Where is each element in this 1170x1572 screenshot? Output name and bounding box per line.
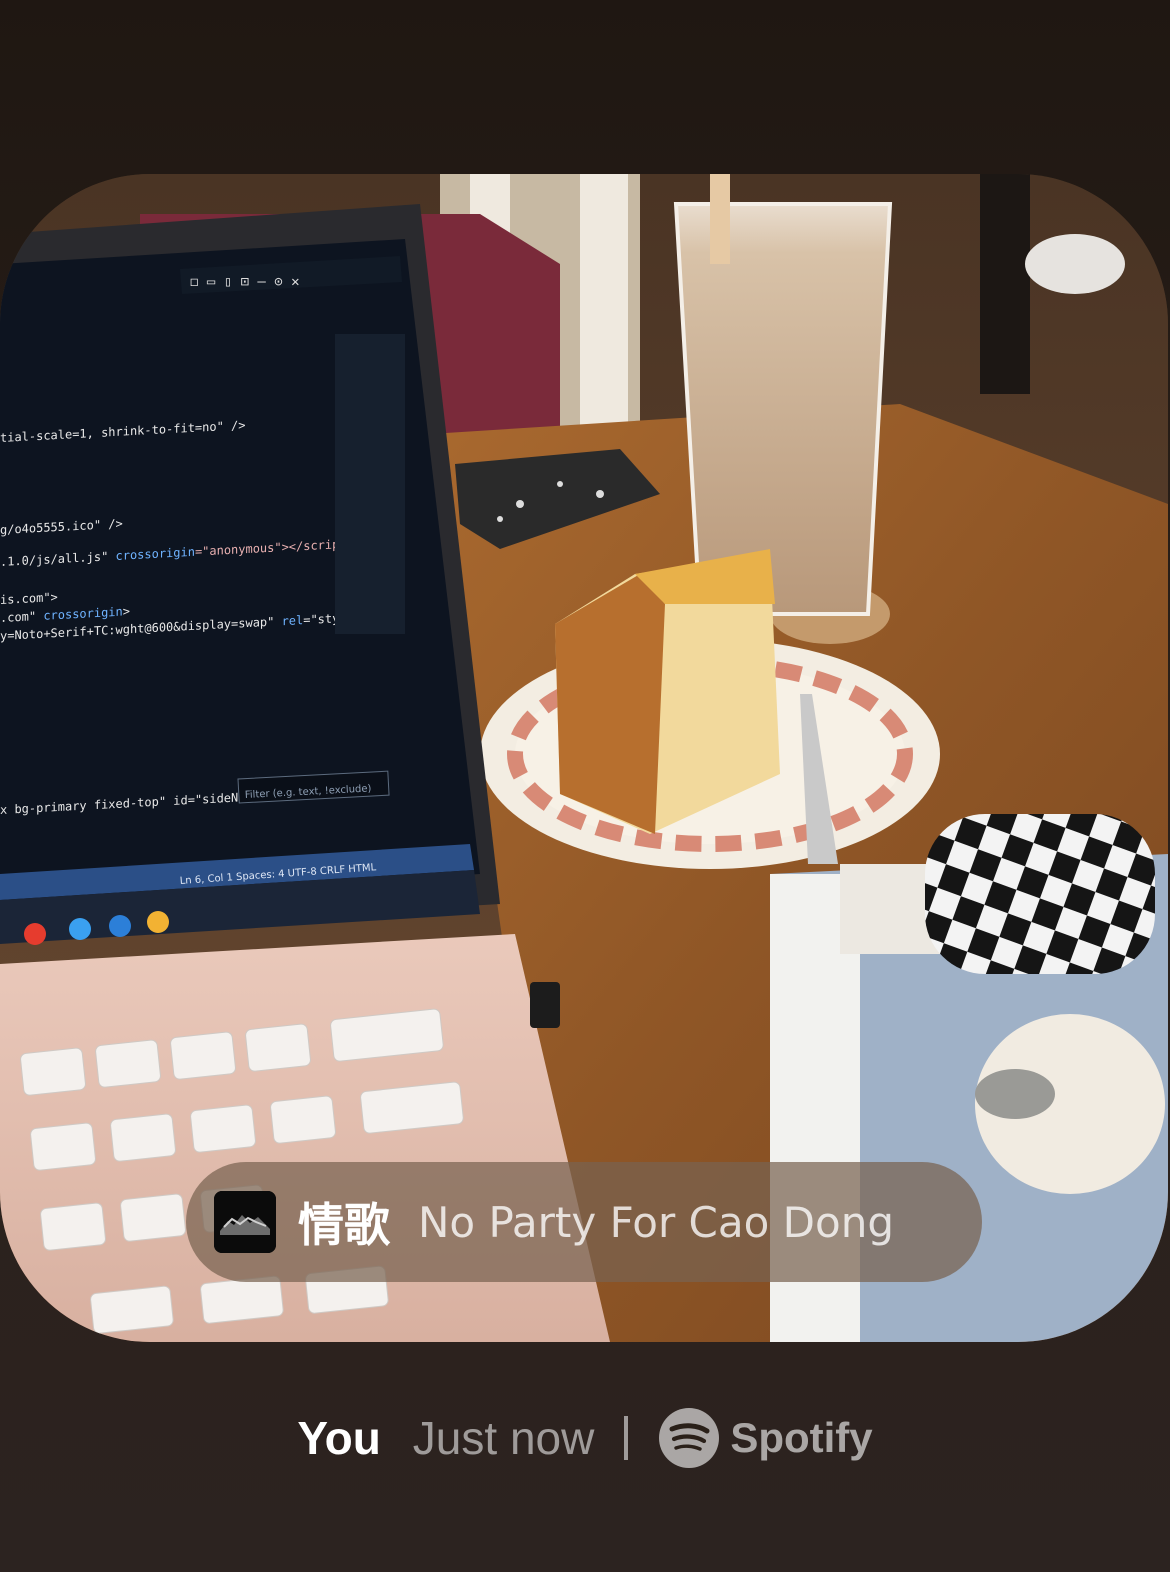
album-art-thumbnail — [214, 1191, 276, 1253]
track-title: 情歌 — [298, 1198, 390, 1252]
post-timestamp: Just now — [412, 1412, 595, 1464]
now-playing-pill[interactable]: 情歌 No Party For Cao Dong — [186, 1162, 982, 1282]
spotify-wordmark: Spotify — [730, 1414, 873, 1461]
footer-divider — [624, 1416, 629, 1460]
album-art-icon — [214, 1191, 276, 1253]
post-author[interactable]: You — [297, 1411, 380, 1465]
shared-post-card[interactable]: ◻ ▭ ▯ ⊡ — ⊙ ✕ tial-scale=1, shrink-to-fi… — [0, 174, 1168, 1342]
spotify-attribution[interactable]: Spotify — [658, 1407, 873, 1469]
track-artist: No Party For Cao Dong — [418, 1197, 894, 1247]
spotify-icon — [659, 1408, 720, 1468]
svg-text:◻ ▭ ▯ ⊡ — ⊙ ✕: ◻ ▭ ▯ ⊡ — ⊙ ✕ — [190, 274, 300, 290]
post-footer: You Just now Spotify — [0, 1402, 1170, 1474]
